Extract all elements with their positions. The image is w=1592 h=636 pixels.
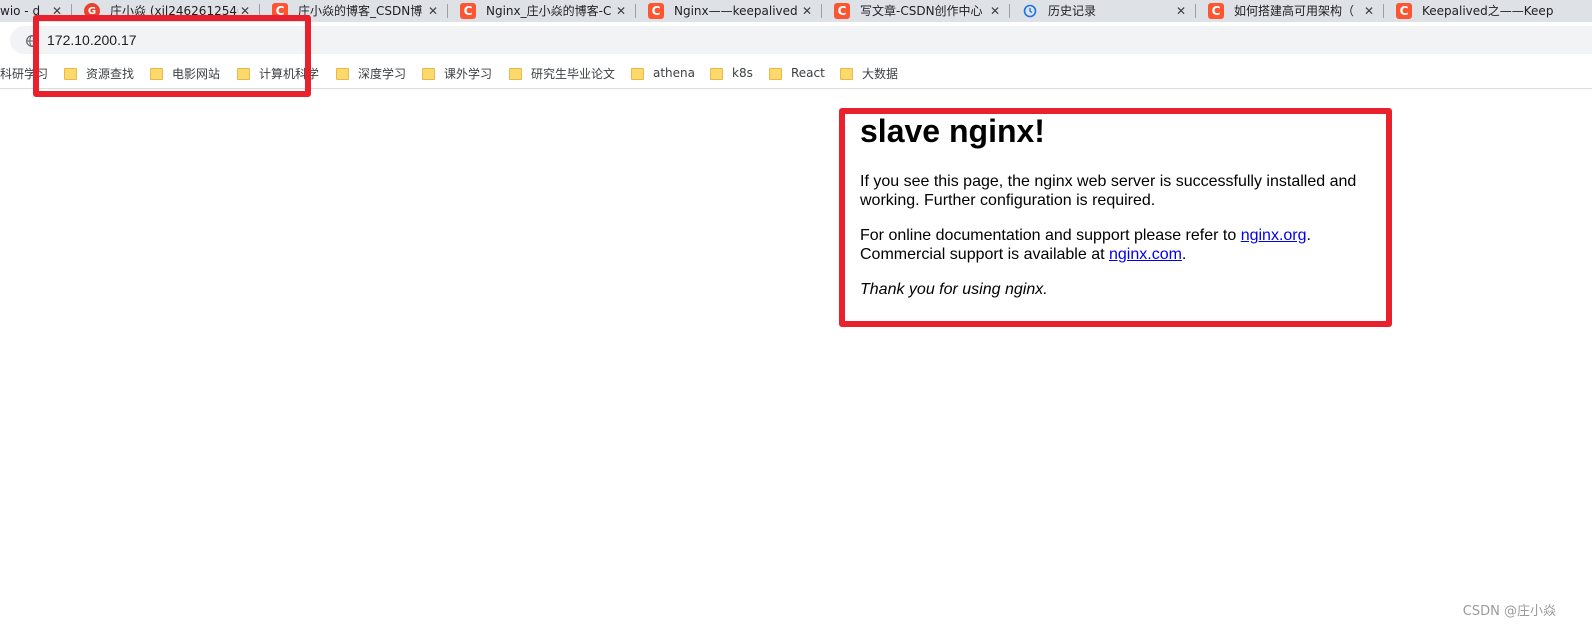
watermark: CSDN @庄小焱	[1462, 604, 1556, 619]
csdn-icon: C	[648, 3, 664, 19]
tab-3[interactable]: C Nginx_庄小焱的博客-C ✕	[448, 0, 636, 22]
csdn-icon: C	[1396, 3, 1412, 19]
tab-title: 历史记录	[1048, 4, 1097, 18]
bookmark-label: athena	[653, 66, 696, 80]
close-icon[interactable]: ✕	[1362, 4, 1376, 18]
bookmark-label: React	[791, 66, 825, 80]
folder-icon	[769, 67, 782, 80]
close-icon[interactable]: ✕	[614, 4, 628, 18]
bookmark-label: k8s	[732, 66, 753, 80]
folder-icon	[710, 67, 723, 80]
bookmark-label: 深度学习	[358, 66, 407, 81]
content-highlight-box	[839, 108, 1392, 327]
csdn-icon: C	[834, 3, 850, 19]
tab-title: 如何搭建高可用架构（	[1234, 4, 1355, 18]
bookmark-label: 研究生毕业论文	[531, 66, 616, 81]
tab-6[interactable]: 历史记录 ✕	[1010, 0, 1196, 22]
close-icon[interactable]: ✕	[988, 4, 1002, 18]
history-icon	[1022, 3, 1038, 19]
bookmark-folder[interactable]: 深度学习	[336, 58, 406, 88]
bookmark-folder[interactable]: k8s	[710, 58, 753, 88]
folder-icon	[631, 67, 644, 80]
bookmark-folder[interactable]: 研究生毕业论文	[509, 58, 615, 88]
address-highlight-box	[33, 15, 311, 97]
folder-icon	[422, 67, 435, 80]
csdn-icon: C	[1208, 3, 1224, 19]
tab-title: Nginx——keepalived	[674, 4, 798, 18]
bookmark-folder[interactable]: athena	[631, 58, 695, 88]
bookmark-folder[interactable]: React	[769, 58, 825, 88]
bookmark-folder[interactable]: 大数据	[840, 58, 898, 88]
close-icon[interactable]: ✕	[426, 4, 440, 18]
tab-7[interactable]: C 如何搭建高可用架构（ ✕	[1196, 0, 1384, 22]
tab-4[interactable]: C Nginx——keepalived ✕	[636, 0, 822, 22]
tab-title: 庄小焱的博客_CSDN博	[298, 4, 423, 18]
folder-icon	[509, 67, 522, 80]
tab-5[interactable]: C 写文章-CSDN创作中心 ✕	[822, 0, 1010, 22]
folder-icon	[840, 67, 853, 80]
tab-title: Nginx_庄小焱的博客-C	[486, 4, 612, 18]
bookmark-label: 大数据	[862, 66, 899, 81]
bookmark-label: 课外学习	[444, 66, 493, 81]
folder-icon	[336, 67, 349, 80]
tab-title: Keepalived之——Keep	[1422, 4, 1554, 18]
tab-8[interactable]: C Keepalived之——Keep	[1384, 0, 1592, 22]
close-icon[interactable]: ✕	[1174, 4, 1188, 18]
csdn-icon: C	[460, 3, 476, 19]
bookmark-folder[interactable]: 课外学习	[422, 58, 492, 88]
tab-title: 写文章-CSDN创作中心	[860, 4, 983, 18]
close-icon[interactable]: ✕	[800, 4, 814, 18]
